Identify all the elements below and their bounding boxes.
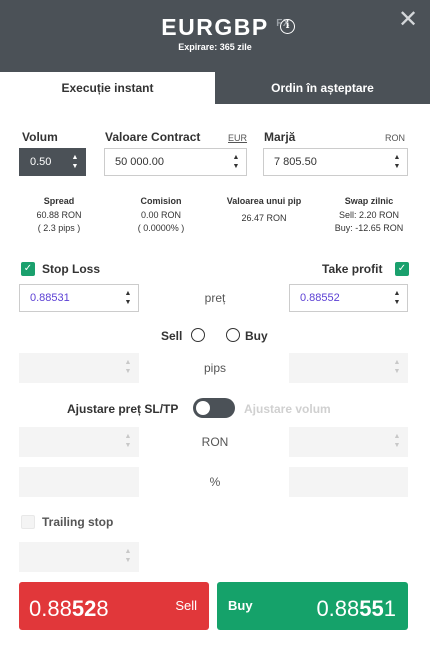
symbol-title: EURGBP [161,14,269,40]
stop-loss-value: 0.88531 [30,292,70,304]
sell-radio-label: Sell [161,329,183,343]
stop-loss-ron-input[interactable]: ▲ ▼ [19,427,139,457]
buy-button-label: Buy [228,598,253,613]
stop-loss-price-input[interactable]: 0.88531 ▲ ▼ [19,284,139,312]
toggle-knob [196,401,210,415]
margin-value: 7 805.50 [274,156,317,168]
trailing-stop-input[interactable]: ▲ ▼ [19,542,139,572]
sell-button[interactable]: 0.88528 Sell [19,582,209,630]
ron-row-label: RON [201,435,229,449]
commission-stat: Comision 0.00 RON ( 0.0000% ) [137,196,185,233]
take-profit-spin-arrows-icon[interactable]: ▲ ▼ [393,289,401,307]
take-profit-percent-input[interactable] [289,467,408,497]
sell-button-label: Sell [175,598,197,613]
volume-spin-arrows-icon[interactable]: ▲ ▼ [71,153,79,171]
percent-row-label: % [209,475,221,489]
contract-value: 50 000.00 [115,156,164,168]
adjust-mode-toggle[interactable] [193,398,235,418]
contract-currency-link[interactable]: EUR [228,133,247,143]
contract-spin-arrows-icon[interactable]: ▲ ▼ [232,153,240,171]
adjust-volume-label: Ajustare volum [244,402,331,416]
margin-input[interactable]: 7 805.50 ▲ ▼ [263,148,408,176]
stop-loss-percent-input[interactable] [19,467,139,497]
stop-loss-spin-arrows-icon[interactable]: ▲ ▼ [124,289,132,307]
spread-stat: Spread 60.88 RON ( 2.3 pips ) [36,196,82,233]
stop-loss-pips-input[interactable]: ▲ ▼ [19,353,139,383]
dialog-header: EURGBP FX i ✕ Expirare: 365 zile [0,0,430,72]
stop-loss-checkbox[interactable]: ✓ [21,262,35,276]
sl-pips-spin-arrows-icon[interactable]: ▲ ▼ [124,358,132,376]
buy-radio-label: Buy [245,329,268,343]
pip-value-stat: Valoarea unui pip 26.47 RON [226,196,302,223]
buy-button[interactable]: Buy 0.88551 [217,582,408,630]
margin-spin-arrows-icon[interactable]: ▲ ▼ [393,153,401,171]
contract-value-input[interactable]: 50 000.00 ▲ ▼ [104,148,247,176]
sl-ron-spin-arrows-icon[interactable]: ▲ ▼ [124,432,132,450]
tab-instant-execution[interactable]: Execuție instant [0,72,215,104]
take-profit-value: 0.88552 [300,292,340,304]
expiry-text: Expirare: 365 zile [178,42,252,52]
tab-pending-order[interactable]: Ordin în așteptare [215,72,430,104]
sell-price: 0.88528 [29,596,109,621]
order-type-tabs: Execuție instant Ordin în așteptare [0,72,430,104]
margin-label: Marjă [264,130,296,144]
take-profit-label: Take profit [322,262,383,276]
buy-price: 0.88551 [316,596,396,621]
adjust-price-label: Ajustare preț SL/TP [67,402,179,416]
margin-currency: RON [385,133,405,143]
trailing-spin-arrows-icon[interactable]: ▲ ▼ [124,547,132,565]
tp-pips-spin-arrows-icon[interactable]: ▲ ▼ [393,358,401,376]
sell-radio[interactable] [191,328,205,342]
pips-row-label: pips [203,361,226,375]
tp-ron-spin-arrows-icon[interactable]: ▲ ▼ [393,432,401,450]
volume-value: 0.50 [30,156,52,168]
buy-radio[interactable] [226,328,240,342]
close-icon[interactable]: ✕ [397,8,419,32]
volume-stepper[interactable]: 0.50 ▲ ▼ [19,148,86,176]
info-icon[interactable]: i [280,19,295,34]
stop-loss-label: Stop Loss [42,262,101,276]
volume-label: Volum [22,130,58,144]
take-profit-price-input[interactable]: 0.88552 ▲ ▼ [289,284,408,312]
daily-swap-stat: Swap zilnic Sell: 2.20 RON Buy: -12.65 R… [334,196,404,233]
trailing-stop-label: Trailing stop [42,515,114,529]
take-profit-pips-input[interactable]: ▲ ▼ [289,353,408,383]
contract-value-label: Valoare Contract [105,130,201,144]
trailing-stop-checkbox[interactable] [21,515,35,529]
price-row-label: preț [204,291,226,305]
take-profit-ron-input[interactable]: ▲ ▼ [289,427,408,457]
take-profit-checkbox[interactable]: ✓ [395,262,409,276]
